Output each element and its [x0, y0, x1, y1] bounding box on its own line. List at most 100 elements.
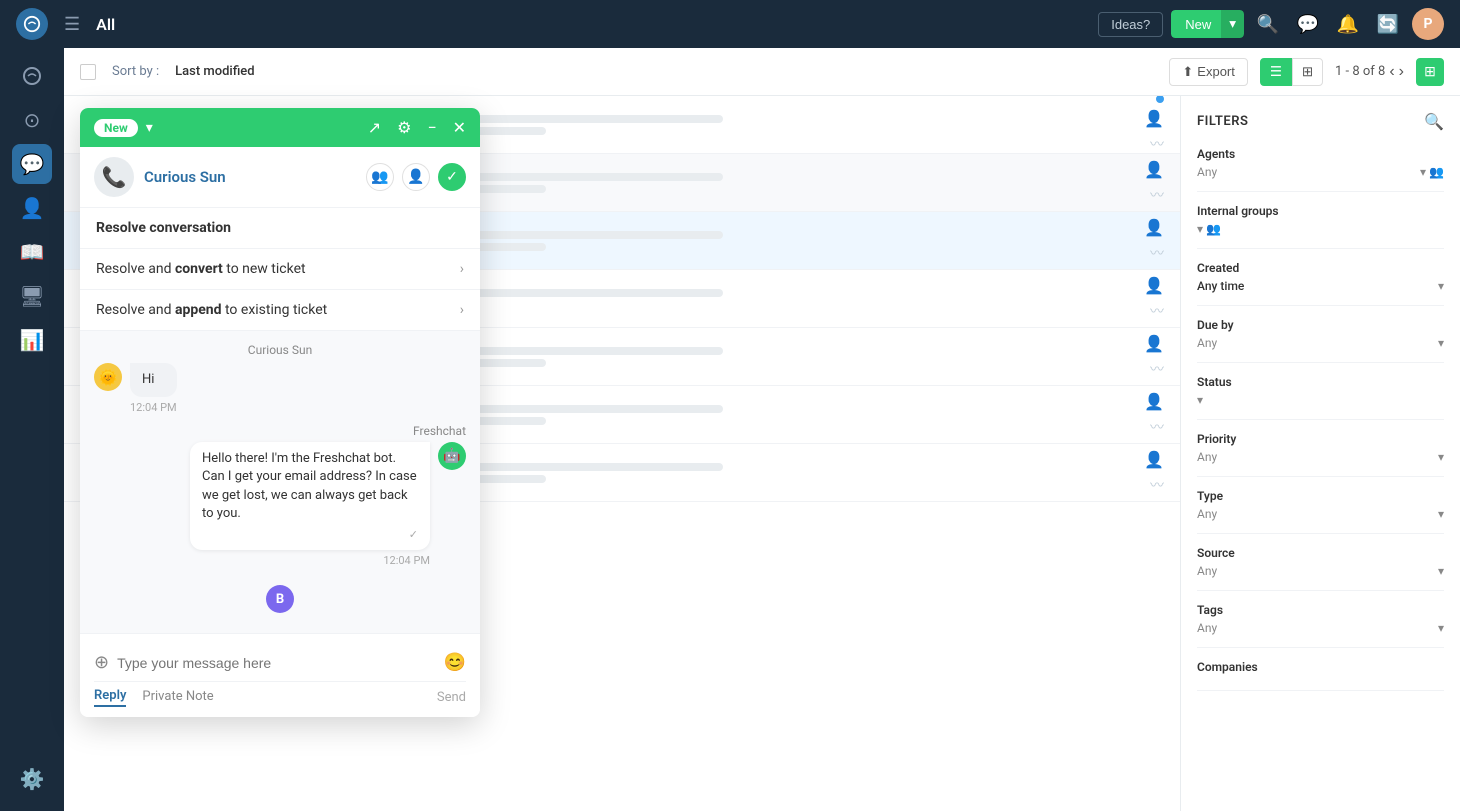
export-button[interactable]: ⬆ Export — [1169, 58, 1247, 86]
activity-icon: 〰 — [1150, 417, 1164, 437]
external-link-icon[interactable]: ↗ — [368, 118, 381, 137]
person-icon: 👤 — [1144, 276, 1164, 295]
person-icon: 👤 — [1144, 218, 1164, 237]
grid-view-button[interactable]: ⊞ — [1292, 58, 1323, 86]
user-message-time: 12:04 PM — [130, 401, 177, 414]
internal-groups-value[interactable]: ▾ 👥 — [1197, 222, 1444, 236]
next-page-button[interactable]: › — [1399, 63, 1404, 81]
row-right: 👤 〰 — [1044, 96, 1164, 154]
prev-page-button[interactable]: ‹ — [1389, 63, 1394, 81]
typing-avatar: B — [266, 585, 294, 613]
toolbar: Sort by : Last modified ⬆ Export ☰ ⊞ 1 -… — [64, 48, 1460, 96]
settings-icon[interactable]: ⚙ — [397, 118, 411, 137]
filter-created: Created Any time ▾ — [1197, 261, 1444, 306]
navbar-actions: Ideas? New ▾ 🔍 💬 🔔 🔄 P — [1098, 8, 1444, 40]
minimize-icon[interactable]: − — [427, 118, 436, 137]
source-value[interactable]: Any ▾ — [1197, 564, 1444, 578]
chat-icon[interactable]: 💬 — [1292, 8, 1324, 40]
column-settings-button[interactable]: ⊞ — [1416, 58, 1444, 86]
close-icon[interactable]: ✕ — [453, 118, 466, 137]
filter-source: Source Any ▾ — [1197, 546, 1444, 591]
activity-icon: 〰 — [1150, 475, 1164, 495]
filter-type: Type Any ▾ — [1197, 489, 1444, 534]
agents-value[interactable]: Any ▾ 👥 — [1197, 165, 1444, 179]
resolve-conversation-option[interactable]: Resolve conversation — [80, 208, 480, 249]
filter-companies: Companies — [1197, 660, 1444, 691]
select-all-checkbox[interactable] — [80, 64, 96, 80]
due-by-label: Due by — [1197, 318, 1444, 332]
source-label: Source — [1197, 546, 1444, 560]
status-dropdown-arrow[interactable]: ▾ — [146, 120, 153, 136]
sidebar-item-livechat[interactable]: 🖥 — [12, 276, 52, 316]
chat-messages: Curious Sun 🌞 Hi 12:04 PM Freshchat Hell… — [80, 331, 480, 633]
activity-icon: 〰 — [1150, 185, 1164, 205]
user-avatar[interactable]: P — [1412, 8, 1444, 40]
bot-message-bubble: Hello there! I'm the Freshchat bot. Can … — [190, 442, 430, 550]
resolve-append-label: Resolve and append to existing ticket — [96, 302, 327, 318]
typing-row: B — [94, 577, 466, 621]
sidebar-item-knowledge[interactable]: 📖 — [12, 232, 52, 272]
list-view-button[interactable]: ☰ — [1260, 58, 1292, 86]
search-icon[interactable]: 🔍 — [1252, 8, 1284, 40]
resolve-convert-option[interactable]: Resolve and convert to new ticket › — [80, 249, 480, 290]
team-icon-button[interactable]: 👥 — [366, 163, 394, 191]
resolve-append-option[interactable]: Resolve and append to existing ticket › — [80, 290, 480, 330]
companies-label: Companies — [1197, 660, 1444, 674]
message-input[interactable] — [117, 655, 435, 671]
sender-label: Curious Sun — [94, 343, 466, 357]
created-label: Created — [1197, 261, 1444, 275]
sidebar-item-contacts[interactable]: ⊙ — [12, 100, 52, 140]
chat-tabs: Reply Private Note Send — [94, 688, 466, 707]
person-icon: 👤 — [1144, 392, 1164, 411]
add-attachment-icon[interactable]: ⊕ — [94, 652, 109, 673]
export-icon: ⬆ — [1182, 64, 1193, 80]
tags-value[interactable]: Any ▾ — [1197, 621, 1444, 635]
priority-label: Priority — [1197, 432, 1444, 446]
resolve-dropdown: Resolve conversation Resolve and convert… — [80, 208, 480, 331]
assign-icon-button[interactable]: 👤 — [402, 163, 430, 191]
new-button[interactable]: New — [1171, 10, 1225, 38]
help-icon[interactable]: 🔄 — [1372, 8, 1404, 40]
sort-label: Sort by : — [112, 64, 159, 79]
sidebar-item-reports[interactable]: 📊 — [12, 320, 52, 360]
notification-icon[interactable]: 🔔 — [1332, 8, 1364, 40]
row-right: 👤 〰 — [1044, 218, 1164, 263]
ideas-button[interactable]: Ideas? — [1098, 12, 1163, 37]
sidebar-item-logo[interactable] — [12, 56, 52, 96]
resolve-conversation-label: Resolve conversation — [96, 220, 231, 236]
hamburger-icon[interactable]: ☰ — [64, 14, 80, 35]
new-button-dropdown[interactable]: ▾ — [1221, 10, 1244, 38]
user-message-row: 🌞 Hi 12:04 PM — [94, 363, 466, 414]
priority-value[interactable]: Any ▾ — [1197, 450, 1444, 464]
filter-priority: Priority Any ▾ — [1197, 432, 1444, 477]
type-label: Type — [1197, 489, 1444, 503]
bot-message-time: 12:04 PM — [190, 554, 430, 567]
person-icon: 👤 — [1144, 160, 1164, 179]
arrow-icon: › — [460, 261, 464, 277]
sidebar-item-agents[interactable]: 👤 — [12, 188, 52, 228]
row-right: 👤 〰 — [1044, 334, 1164, 379]
emoji-icon[interactable]: 😊 — [444, 652, 466, 673]
sidebar-item-settings[interactable]: ⚙️ — [12, 759, 52, 799]
user-message-bubble: Hi — [130, 363, 177, 397]
bot-message-content: Hello there! I'm the Freshchat bot. Can … — [190, 442, 430, 567]
resolve-convert-label: Resolve and convert to new ticket — [96, 261, 306, 277]
resolve-check-button[interactable]: ✓ — [438, 163, 466, 191]
row-right: 👤 〰 — [1044, 160, 1164, 205]
due-by-value[interactable]: Any ▾ — [1197, 336, 1444, 350]
status-value[interactable]: ▾ — [1197, 393, 1444, 407]
pagination: 1 - 8 of 8 ‹ › — [1335, 63, 1404, 81]
send-button[interactable]: Send — [437, 690, 466, 705]
chat-status-badge[interactable]: New — [94, 119, 138, 137]
app-logo — [16, 8, 48, 40]
type-value[interactable]: Any ▾ — [1197, 507, 1444, 521]
filters-panel: FILTERS 🔍 Agents Any ▾ 👥 Internal groups… — [1180, 96, 1460, 811]
created-value[interactable]: Any time ▾ — [1197, 279, 1444, 293]
sort-value[interactable]: Last modified — [175, 64, 255, 79]
user-message-content: Hi 12:04 PM — [130, 363, 177, 414]
chat-window: New ▾ ↗ ⚙ − ✕ 📞 Curious Sun 👥 👤 ✓ Resolv… — [80, 108, 480, 717]
sidebar-item-conversations[interactable]: 💬 — [12, 144, 52, 184]
filter-search-icon[interactable]: 🔍 — [1424, 112, 1444, 131]
tab-reply[interactable]: Reply — [94, 688, 126, 707]
tab-private-note[interactable]: Private Note — [142, 689, 213, 706]
